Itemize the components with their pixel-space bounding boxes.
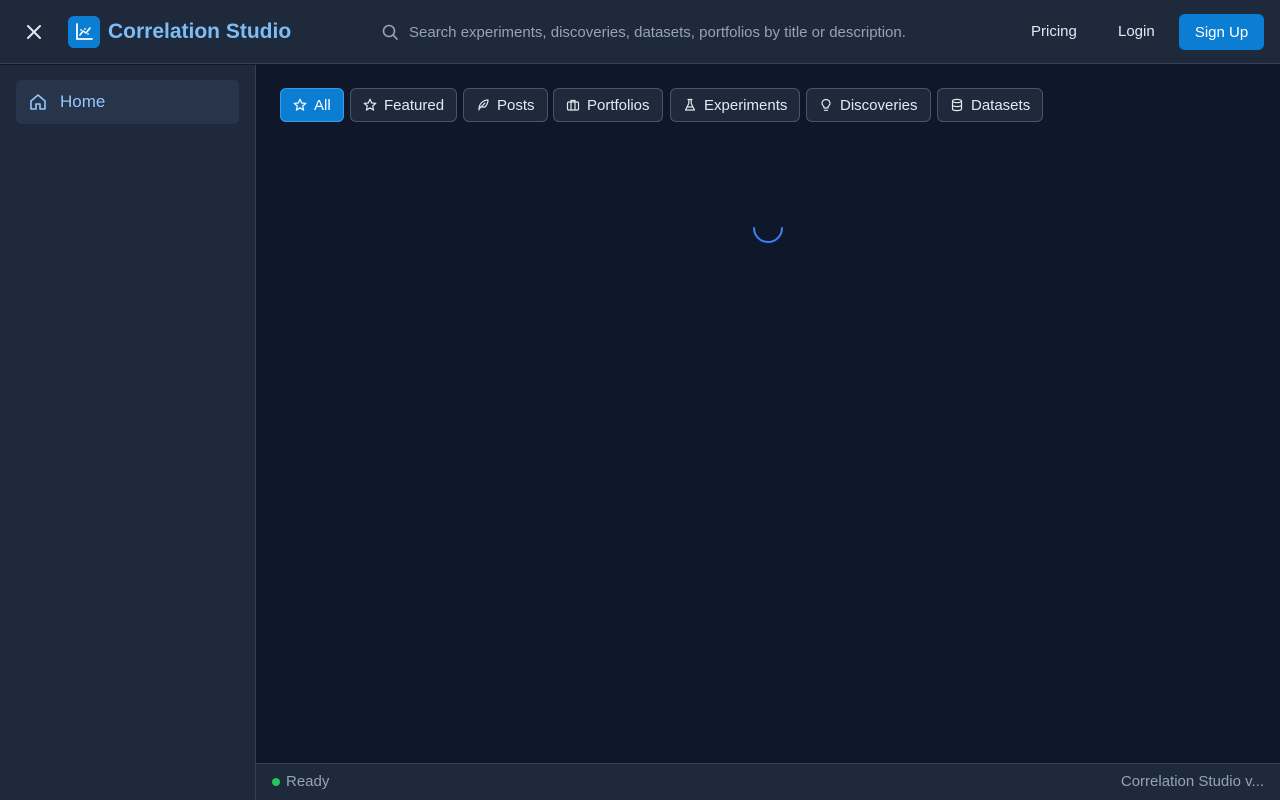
chart-logo-icon <box>76 23 93 40</box>
tab-label: Discoveries <box>840 96 918 114</box>
login-link[interactable]: Login <box>1118 20 1155 44</box>
star-outline-icon <box>363 98 377 111</box>
close-icon <box>27 25 41 39</box>
briefcase-icon <box>566 99 580 111</box>
home-icon <box>30 94 46 110</box>
tab-label: Experiments <box>704 96 788 114</box>
feather-icon <box>478 99 489 111</box>
star-icon <box>293 98 307 111</box>
tab-portfolios[interactable]: Portfolios <box>553 88 663 122</box>
status-indicator <box>272 778 280 786</box>
tab-all[interactable]: All <box>280 88 344 122</box>
search-icon <box>382 24 398 40</box>
top-header: Correlation Studio Pricing Login Sign Up <box>0 0 1280 64</box>
tab-discoveries[interactable]: Discoveries <box>806 88 931 122</box>
tab-label: Datasets <box>971 96 1031 114</box>
database-icon <box>951 98 963 112</box>
lightbulb-icon <box>821 98 831 111</box>
tab-featured[interactable]: Featured <box>350 88 458 122</box>
sign-up-button[interactable]: Sign Up <box>1179 14 1264 50</box>
search-input[interactable] <box>400 18 960 46</box>
close-sidebar-button[interactable] <box>18 16 50 48</box>
tab-label: Posts <box>497 96 535 114</box>
status-text: Ready <box>286 773 330 790</box>
loading-spinner <box>753 227 783 243</box>
app-logo[interactable] <box>68 16 100 48</box>
flask-icon <box>684 98 696 111</box>
tab-label: Portfolios <box>587 96 650 114</box>
app-title[interactable]: Correlation Studio <box>108 17 291 47</box>
sidebar-item-home[interactable]: Home <box>16 80 239 124</box>
tab-label: Featured <box>384 96 445 114</box>
tab-label: All <box>314 96 331 114</box>
tab-posts[interactable]: Posts <box>463 88 548 122</box>
version-text: Correlation Studio v... <box>1120 773 1264 790</box>
sidebar-item-label: Home <box>60 92 106 111</box>
tab-datasets[interactable]: Datasets <box>937 88 1044 122</box>
status-bar: Ready Correlation Studio v... <box>256 763 1280 800</box>
pricing-link[interactable]: Pricing <box>1031 20 1077 44</box>
sidebar: Home <box>0 65 256 800</box>
tab-experiments[interactable]: Experiments <box>670 88 801 122</box>
